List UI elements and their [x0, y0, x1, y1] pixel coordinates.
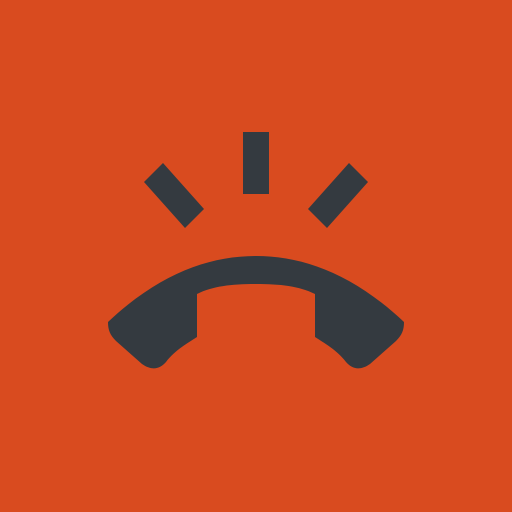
- handset-icon: [108, 256, 404, 369]
- ring-line-right: [308, 163, 368, 228]
- app-icon-canvas: [0, 0, 512, 512]
- ring-line-left: [144, 163, 204, 228]
- missed-call-icon: [0, 0, 512, 512]
- missed-call-icon-svg: [108, 132, 404, 369]
- ring-line-center: [243, 132, 269, 194]
